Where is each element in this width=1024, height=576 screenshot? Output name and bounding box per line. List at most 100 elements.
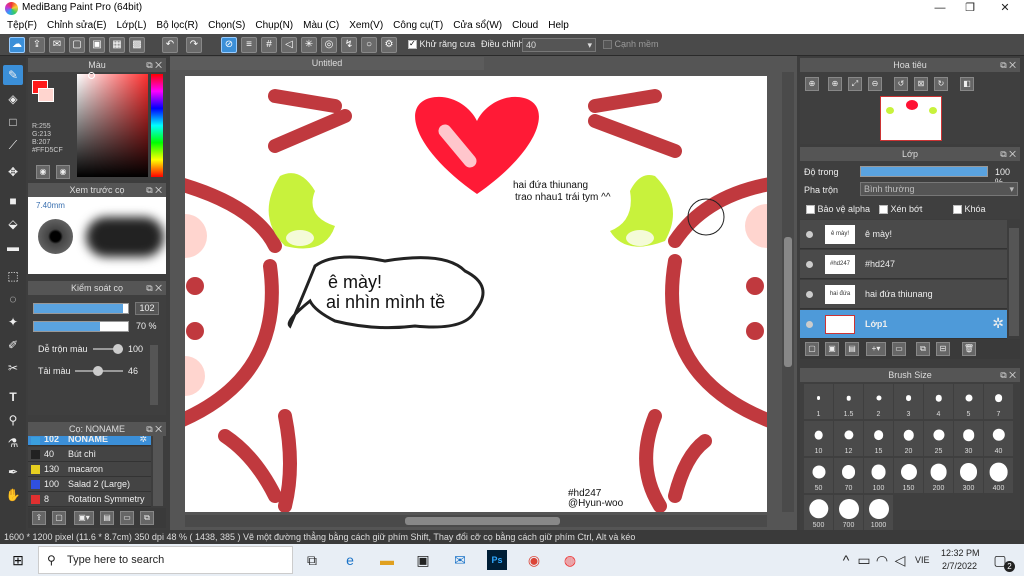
new-layer-icon[interactable]: ▢ xyxy=(805,342,819,356)
lasso-tool-icon[interactable]: ◌ xyxy=(3,289,23,309)
share-icon[interactable]: ⇪ xyxy=(29,37,45,53)
brush-size-cell[interactable]: 10 xyxy=(804,421,833,456)
concentric-snap-icon[interactable]: ◎ xyxy=(321,37,337,53)
pin-icon[interactable]: ⧉ ✕ xyxy=(146,281,162,295)
smooth-checkbox[interactable] xyxy=(603,40,612,50)
new-file-icon[interactable]: ▢ xyxy=(69,37,85,53)
gallery-icon[interactable]: ▦ xyxy=(109,37,125,53)
folder-icon[interactable]: ▭ xyxy=(120,511,134,525)
eye-icon[interactable] xyxy=(806,231,813,238)
language-indicator[interactable]: VIE xyxy=(915,555,930,565)
menu-filter[interactable]: Bộ lọc(R) xyxy=(151,20,203,31)
background-swatch[interactable] xyxy=(38,88,54,102)
comment-icon[interactable]: ✉ xyxy=(49,37,65,53)
fill-tool-icon[interactable]: ⬙ xyxy=(3,214,23,234)
brush-size-cell[interactable]: 150 xyxy=(894,458,923,493)
folder-icon[interactable]: ▭ xyxy=(892,342,906,356)
select-pen-icon[interactable]: ✐ xyxy=(3,335,23,355)
pin-icon[interactable]: ⧉ ✕ xyxy=(1000,368,1016,382)
add-brush-icon[interactable]: ⇪ xyxy=(32,511,46,525)
vertical-scrollbar[interactable] xyxy=(782,72,794,512)
mail-icon[interactable]: ✉ xyxy=(450,550,470,570)
gradient-tool-icon[interactable]: ▬ xyxy=(3,237,23,257)
pin-icon[interactable]: ⧉ ✕ xyxy=(146,183,162,197)
clock-date[interactable]: 2/7/2022 xyxy=(942,561,977,571)
medibang-icon[interactable]: ◍ xyxy=(560,550,580,570)
menu-file[interactable]: Tệp(F) xyxy=(2,20,42,31)
saturation-value-picker[interactable] xyxy=(77,74,148,177)
copy-brush-icon[interactable]: ▢ xyxy=(52,511,66,525)
brush-size-cell[interactable]: 100 xyxy=(864,458,893,493)
brush-size-cell[interactable]: 15 xyxy=(864,421,893,456)
undo-icon[interactable]: ↶ xyxy=(162,37,178,53)
trash-icon[interactable]: 🗑 xyxy=(962,342,976,356)
select-tool-icon[interactable]: ⬚ xyxy=(3,266,23,286)
brush-size-cell[interactable]: 25 xyxy=(924,421,953,456)
brush-size-cell[interactable]: 50 xyxy=(804,458,833,493)
menu-window[interactable]: Cửa sổ(W) xyxy=(448,20,507,31)
brush-size-cell[interactable]: 200 xyxy=(924,458,953,493)
navigator-thumbnail[interactable] xyxy=(880,96,942,141)
menu-tools[interactable]: Công cụ(T) xyxy=(388,20,448,31)
maximize-button[interactable]: ❐ xyxy=(960,1,980,16)
menu-cloud[interactable]: Cloud xyxy=(507,20,543,31)
menu-select[interactable]: Chọn(S) xyxy=(203,20,250,31)
task-view-icon[interactable]: ⧉ xyxy=(302,550,322,570)
document-tab[interactable]: Untitled xyxy=(170,57,484,70)
brush-size-cell[interactable]: 300 xyxy=(954,458,983,493)
brush-size-cell[interactable]: 20 xyxy=(894,421,923,456)
vanishing-snap-icon[interactable]: ◁ xyxy=(281,37,297,53)
settings-gear-icon[interactable]: ⚙ xyxy=(381,37,397,53)
gear-icon[interactable]: ✲ xyxy=(139,436,147,444)
brush-list-scrollbar[interactable] xyxy=(153,436,163,506)
zoom-in-icon[interactable]: ⊕ xyxy=(805,77,819,91)
scroll-thumb-h[interactable] xyxy=(405,517,560,525)
layer-opacity-slider[interactable] xyxy=(860,166,988,177)
brush-size-cell[interactable]: 3 xyxy=(894,384,923,419)
clock-time[interactable]: 12:32 PM xyxy=(941,548,980,558)
save-icon[interactable]: ▣ xyxy=(89,37,105,53)
cloud-icon[interactable]: ☁ xyxy=(9,37,25,53)
hue-slider[interactable] xyxy=(151,74,163,177)
new-halftone-icon[interactable]: ▤ xyxy=(845,342,859,356)
brush-size-cell[interactable]: 7 xyxy=(984,384,1013,419)
brush-size-slider[interactable] xyxy=(33,303,129,314)
crisscross-snap-icon[interactable]: # xyxy=(261,37,277,53)
wifi-icon[interactable]: ◠ xyxy=(872,550,892,570)
fit-icon[interactable]: ⤢ xyxy=(848,77,862,91)
layer-row-selected[interactable]: Lớp1 ✲ xyxy=(800,310,1007,339)
layer-row[interactable]: hai đứa hai đứa thiunang xyxy=(800,280,1007,309)
adjust-select[interactable]: 40 ▾ xyxy=(522,38,596,52)
menu-view[interactable]: Xem(V) xyxy=(344,20,388,31)
brush-menu-icon[interactable]: ▣▾ xyxy=(74,511,94,525)
brush-size-cell[interactable]: 400 xyxy=(984,458,1013,493)
layer-row[interactable]: #hd247 #hd247 xyxy=(800,250,1007,279)
flip-icon[interactable]: ◧ xyxy=(960,77,974,91)
layer-row[interactable]: ê mày! ê mày! xyxy=(800,220,1007,249)
brush-size-cell[interactable]: 30 xyxy=(954,421,983,456)
graduation-tool-icon[interactable]: ⟋ xyxy=(3,135,23,155)
eye-icon[interactable] xyxy=(806,261,813,268)
brush-size-cell[interactable]: 5 xyxy=(954,384,983,419)
layer-scrollbar[interactable] xyxy=(1009,228,1019,336)
brush-item[interactable]: 102 NONAME ✲ xyxy=(28,436,151,446)
volume-icon[interactable]: ◁ xyxy=(890,550,910,570)
hand-tool-icon[interactable]: ✋ xyxy=(3,485,23,505)
horizontal-scrollbar[interactable] xyxy=(185,515,767,527)
file-explorer-icon[interactable]: ▬ xyxy=(377,550,397,570)
brush-size-cell[interactable]: 40 xyxy=(984,421,1013,456)
duplicate-icon[interactable]: ⧉ xyxy=(140,511,154,525)
snap-off-icon[interactable]: ⊘ xyxy=(221,37,237,53)
picker-cursor[interactable] xyxy=(88,72,95,79)
blend-select[interactable]: Bình thường ▾ xyxy=(860,182,1018,196)
amount-knob[interactable] xyxy=(93,366,103,376)
zoom-in-icon[interactable]: ⊕ xyxy=(828,77,842,91)
select-eraser-icon[interactable]: ✂ xyxy=(3,358,23,378)
brush-size-cell[interactable]: 4 xyxy=(924,384,953,419)
shape-tool-icon[interactable]: ■ xyxy=(3,191,23,211)
brush-item[interactable]: 8 Rotation Symmetry xyxy=(28,492,151,507)
brush-size-cell[interactable]: 1000 xyxy=(864,495,893,530)
network-icon[interactable]: ▭ xyxy=(854,550,874,570)
zoom-out-icon[interactable]: ⊖ xyxy=(868,77,882,91)
close-button[interactable]: ✕ xyxy=(995,1,1015,16)
